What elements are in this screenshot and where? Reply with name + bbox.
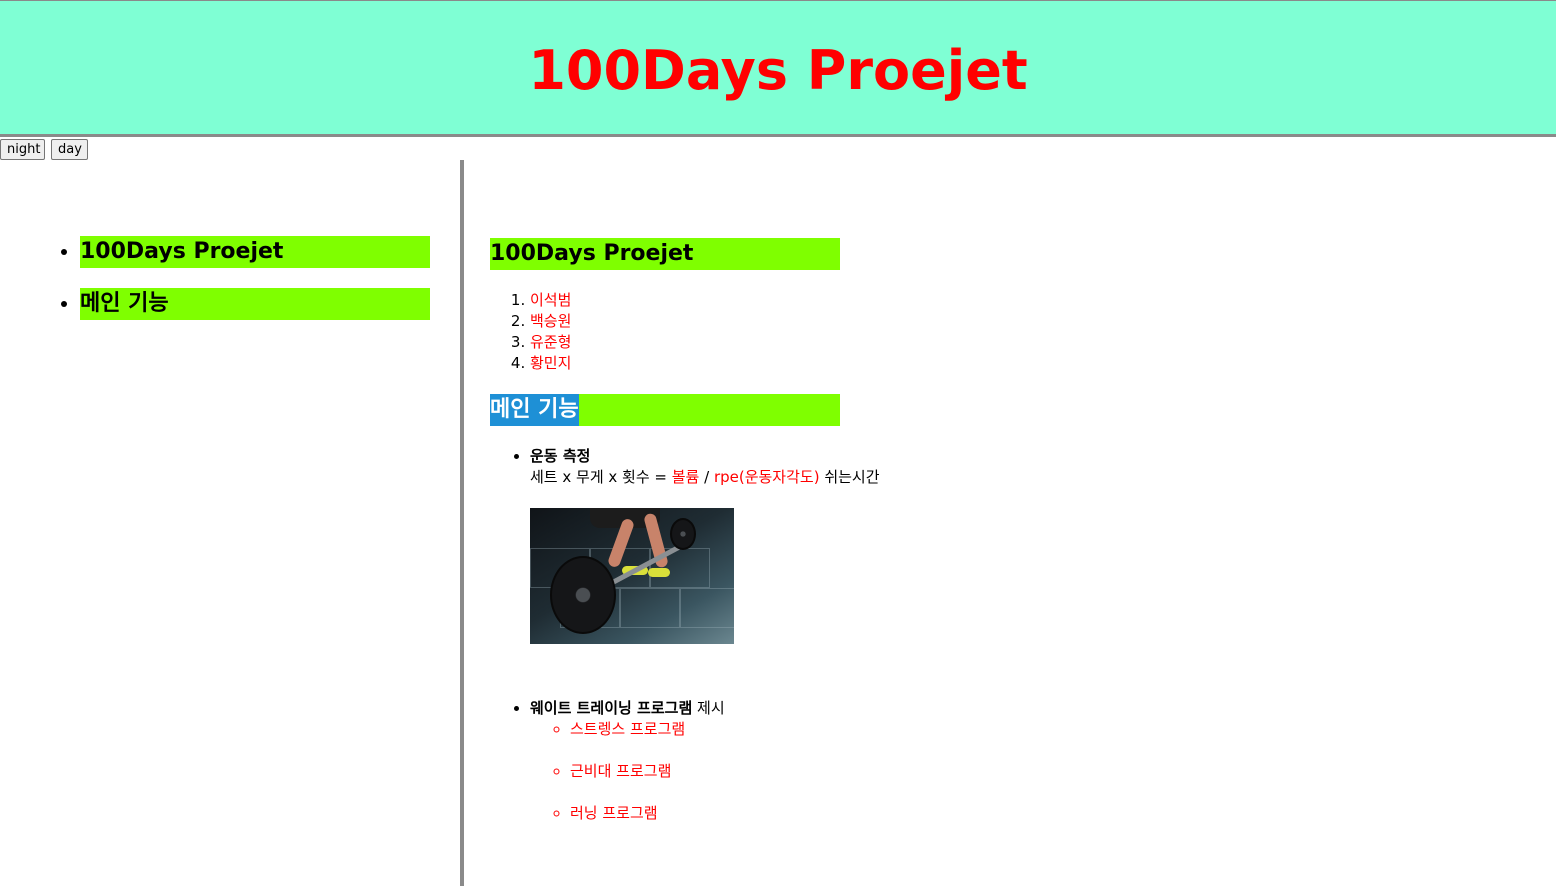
page-header: 100Days Proejet (0, 0, 1556, 137)
sidebar-item-main-features: 메인 기능 (80, 288, 430, 320)
volume-text: 볼륨 (671, 468, 700, 486)
feature-list: 운동 측정 세트 x 무게 x 횟수 = 볼륨 / rpe(운동자각도) 쉬는시… (530, 446, 1230, 845)
member-item: 황민지 (530, 353, 571, 374)
program-item-hypertrophy: 근비대 프로그램 (570, 761, 1230, 782)
member-item: 백승원 (530, 311, 571, 332)
feature-item-program: 웨이트 트레이닝 프로그램 제시 스트렝스 프로그램 근비대 프로그램 러닝 프… (530, 698, 1230, 824)
vertical-divider (460, 160, 464, 886)
night-button[interactable]: night (0, 139, 45, 160)
member-item: 유준형 (530, 332, 571, 353)
program-suffix: 제시 (692, 699, 725, 717)
rpe-text: rpe(운동자각도) (713, 468, 820, 486)
sidebar-link-project[interactable]: 100Days Proejet (80, 236, 430, 268)
feature-title: 운동 측정 (530, 447, 591, 465)
slash-text: / (699, 468, 714, 486)
program-item-running: 러닝 프로그램 (570, 803, 1230, 824)
formula-prefix: 세트 x 무게 x 횟수 = (530, 468, 672, 486)
member-list: 이석범 백승원 유준형 황민지 (530, 290, 571, 374)
sidebar-list: 100Days Proejet 메인 기능 (80, 236, 430, 340)
program-item-strength: 스트렝스 프로그램 (570, 719, 1230, 740)
page-title: 100Days Proejet (528, 39, 1028, 102)
project-heading: 100Days Proejet (490, 238, 840, 270)
day-button[interactable]: day (51, 139, 88, 160)
feature-title: 웨이트 트레이닝 프로그램 (530, 699, 693, 717)
sidebar-item-project: 100Days Proejet (80, 236, 430, 268)
member-item: 이석범 (530, 290, 571, 311)
main-features-heading: 메인 기능 (490, 394, 840, 426)
feature-item-exercise: 운동 측정 세트 x 무게 x 횟수 = 볼륨 / rpe(운동자각도) 쉬는시… (530, 446, 1230, 644)
rest-text: 쉬는시간 (819, 468, 880, 486)
sidebar-link-main-features[interactable]: 메인 기능 (80, 288, 430, 320)
sidebar-nav: 100Days Proejet 메인 기능 (0, 160, 461, 886)
program-list: 스트렝스 프로그램 근비대 프로그램 러닝 프로그램 (530, 719, 1230, 824)
selected-heading-text: 메인 기능 (490, 394, 579, 426)
deadlift-image (530, 508, 734, 644)
